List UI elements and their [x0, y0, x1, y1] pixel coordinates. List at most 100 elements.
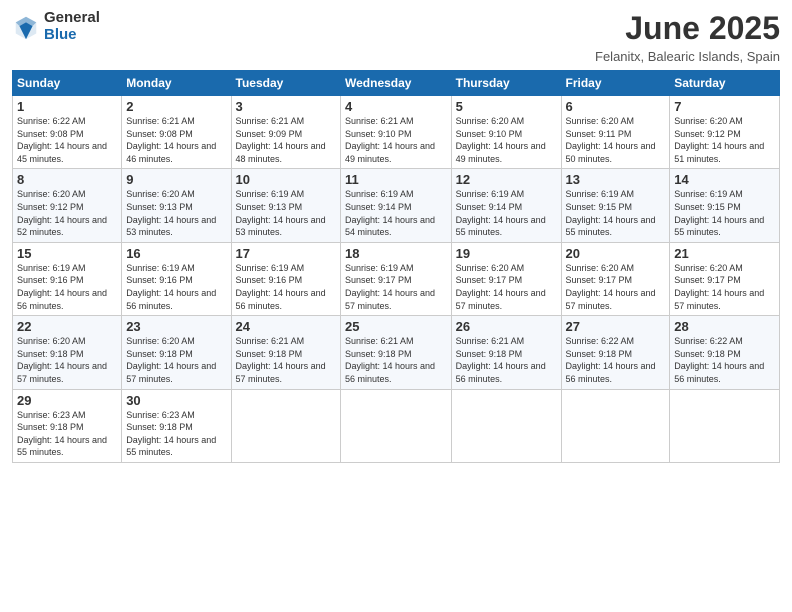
table-cell: 9 Sunrise: 6:20 AMSunset: 9:13 PMDaylight…	[122, 169, 231, 242]
table-cell: 1Sunrise: 6:22 AMSunset: 9:08 PMDaylight…	[13, 96, 122, 169]
table-cell	[341, 389, 452, 462]
cell-text: Sunrise: 6:20 AMSunset: 9:18 PMDaylight:…	[126, 336, 216, 384]
day-number: 16	[126, 246, 226, 261]
day-number: 27	[566, 319, 666, 334]
day-number: 24	[236, 319, 336, 334]
cell-text: Sunrise: 6:19 AMSunset: 9:15 PMDaylight:…	[674, 189, 764, 237]
col-wednesday: Wednesday	[341, 71, 452, 96]
table-cell	[451, 389, 561, 462]
table-cell: 2Sunrise: 6:21 AMSunset: 9:08 PMDaylight…	[122, 96, 231, 169]
table-cell: 26Sunrise: 6:21 AMSunset: 9:18 PMDayligh…	[451, 316, 561, 389]
col-friday: Friday	[561, 71, 670, 96]
logo-text: General Blue	[44, 10, 100, 43]
table-cell: 22 Sunrise: 6:20 AMSunset: 9:18 PMDayligh…	[13, 316, 122, 389]
table-cell: 29 Sunrise: 6:23 AMSunset: 9:18 PMDayligh…	[13, 389, 122, 462]
cell-text: Sunrise: 6:20 AMSunset: 9:17 PMDaylight:…	[566, 263, 656, 311]
day-number: 30	[126, 393, 226, 408]
day-number: 12	[456, 172, 557, 187]
day-number: 28	[674, 319, 775, 334]
table-cell: 17Sunrise: 6:19 AMSunset: 9:16 PMDayligh…	[231, 242, 340, 315]
table-cell: 23 Sunrise: 6:20 AMSunset: 9:18 PMDayligh…	[122, 316, 231, 389]
day-number: 22	[17, 319, 117, 334]
col-monday: Monday	[122, 71, 231, 96]
logo-blue: Blue	[44, 27, 100, 44]
day-number: 26	[456, 319, 557, 334]
day-number: 10	[236, 172, 336, 187]
day-number: 11	[345, 172, 447, 187]
cell-text: Sunrise: 6:20 AMSunset: 9:13 PMDaylight:…	[126, 189, 216, 237]
table-cell: 16 Sunrise: 6:19 AMSunset: 9:16 PMDayligh…	[122, 242, 231, 315]
cell-text: Sunrise: 6:21 AMSunset: 9:10 PMDaylight:…	[345, 116, 435, 164]
day-number: 14	[674, 172, 775, 187]
cell-text: Sunrise: 6:21 AMSunset: 9:09 PMDaylight:…	[236, 116, 326, 164]
table-cell: 8Sunrise: 6:20 AMSunset: 9:12 PMDaylight…	[13, 169, 122, 242]
table-cell	[561, 389, 670, 462]
day-number: 3	[236, 99, 336, 114]
cell-text: Sunrise: 6:23 AMSunset: 9:18 PMDaylight:…	[17, 410, 107, 458]
day-number: 25	[345, 319, 447, 334]
day-number: 7	[674, 99, 775, 114]
day-number: 18	[345, 246, 447, 261]
cell-text: Sunrise: 6:21 AMSunset: 9:18 PMDaylight:…	[236, 336, 326, 384]
cell-text: Sunrise: 6:19 AMSunset: 9:16 PMDaylight:…	[17, 263, 107, 311]
location: Felanitx, Balearic Islands, Spain	[595, 49, 780, 64]
day-number: 2	[126, 99, 226, 114]
table-cell	[670, 389, 780, 462]
table-cell: 28 Sunrise: 6:22 AMSunset: 9:18 PMDayligh…	[670, 316, 780, 389]
logo-general: General	[44, 10, 100, 27]
calendar-table: Sunday Monday Tuesday Wednesday Thursday…	[12, 70, 780, 463]
cell-text: Sunrise: 6:22 AMSunset: 9:18 PMDaylight:…	[674, 336, 764, 384]
header: General Blue June 2025 Felanitx, Baleari…	[12, 10, 780, 64]
table-cell: 21 Sunrise: 6:20 AMSunset: 9:17 PMDayligh…	[670, 242, 780, 315]
table-cell: 14 Sunrise: 6:19 AMSunset: 9:15 PMDayligh…	[670, 169, 780, 242]
table-cell: 13Sunrise: 6:19 AMSunset: 9:15 PMDayligh…	[561, 169, 670, 242]
cell-text: Sunrise: 6:20 AMSunset: 9:17 PMDaylight:…	[456, 263, 546, 311]
table-cell: 15 Sunrise: 6:19 AMSunset: 9:16 PMDayligh…	[13, 242, 122, 315]
table-cell: 4 Sunrise: 6:21 AMSunset: 9:10 PMDaylight…	[341, 96, 452, 169]
cell-text: Sunrise: 6:19 AMSunset: 9:14 PMDaylight:…	[345, 189, 435, 237]
title-block: June 2025 Felanitx, Balearic Islands, Sp…	[595, 10, 780, 64]
cell-text: Sunrise: 6:22 AMSunset: 9:08 PMDaylight:…	[17, 116, 107, 164]
cell-text: Sunrise: 6:20 AMSunset: 9:11 PMDaylight:…	[566, 116, 656, 164]
day-number: 20	[566, 246, 666, 261]
table-cell: 20 Sunrise: 6:20 AMSunset: 9:17 PMDayligh…	[561, 242, 670, 315]
cell-text: Sunrise: 6:20 AMSunset: 9:18 PMDaylight:…	[17, 336, 107, 384]
logo-icon	[12, 13, 40, 41]
table-cell: 18 Sunrise: 6:19 AMSunset: 9:17 PMDayligh…	[341, 242, 452, 315]
col-thursday: Thursday	[451, 71, 561, 96]
day-number: 23	[126, 319, 226, 334]
table-cell: 10 Sunrise: 6:19 AMSunset: 9:13 PMDayligh…	[231, 169, 340, 242]
col-tuesday: Tuesday	[231, 71, 340, 96]
table-cell: 24 Sunrise: 6:21 AMSunset: 9:18 PMDayligh…	[231, 316, 340, 389]
col-saturday: Saturday	[670, 71, 780, 96]
cell-text: Sunrise: 6:20 AMSunset: 9:12 PMDaylight:…	[674, 116, 764, 164]
cell-text: Sunrise: 6:23 AMSunset: 9:18 PMDaylight:…	[126, 410, 216, 458]
logo: General Blue	[12, 10, 100, 43]
cell-text: Sunrise: 6:19 AMSunset: 9:15 PMDaylight:…	[566, 189, 656, 237]
table-cell: 7 Sunrise: 6:20 AMSunset: 9:12 PMDaylight…	[670, 96, 780, 169]
day-number: 21	[674, 246, 775, 261]
cell-text: Sunrise: 6:19 AMSunset: 9:17 PMDaylight:…	[345, 263, 435, 311]
table-cell: 5Sunrise: 6:20 AMSunset: 9:10 PMDaylight…	[451, 96, 561, 169]
table-cell: 27 Sunrise: 6:22 AMSunset: 9:18 PMDayligh…	[561, 316, 670, 389]
table-cell: 3 Sunrise: 6:21 AMSunset: 9:09 PMDaylight…	[231, 96, 340, 169]
day-number: 29	[17, 393, 117, 408]
day-number: 6	[566, 99, 666, 114]
table-cell: 11 Sunrise: 6:19 AMSunset: 9:14 PMDayligh…	[341, 169, 452, 242]
cell-text: Sunrise: 6:19 AMSunset: 9:16 PMDaylight:…	[126, 263, 216, 311]
day-number: 17	[236, 246, 336, 261]
day-number: 9	[126, 172, 226, 187]
cell-text: Sunrise: 6:19 AMSunset: 9:13 PMDaylight:…	[236, 189, 326, 237]
cell-text: Sunrise: 6:20 AMSunset: 9:17 PMDaylight:…	[674, 263, 764, 311]
col-sunday: Sunday	[13, 71, 122, 96]
month-title: June 2025	[595, 10, 780, 47]
table-cell: 12 Sunrise: 6:19 AMSunset: 9:14 PMDayligh…	[451, 169, 561, 242]
day-number: 15	[17, 246, 117, 261]
table-cell: 30 Sunrise: 6:23 AMSunset: 9:18 PMDayligh…	[122, 389, 231, 462]
cell-text: Sunrise: 6:22 AMSunset: 9:18 PMDaylight:…	[566, 336, 656, 384]
table-cell: 6 Sunrise: 6:20 AMSunset: 9:11 PMDaylight…	[561, 96, 670, 169]
day-number: 5	[456, 99, 557, 114]
day-number: 4	[345, 99, 447, 114]
cell-text: Sunrise: 6:19 AMSunset: 9:14 PMDaylight:…	[456, 189, 546, 237]
page-container: General Blue June 2025 Felanitx, Baleari…	[0, 0, 792, 473]
